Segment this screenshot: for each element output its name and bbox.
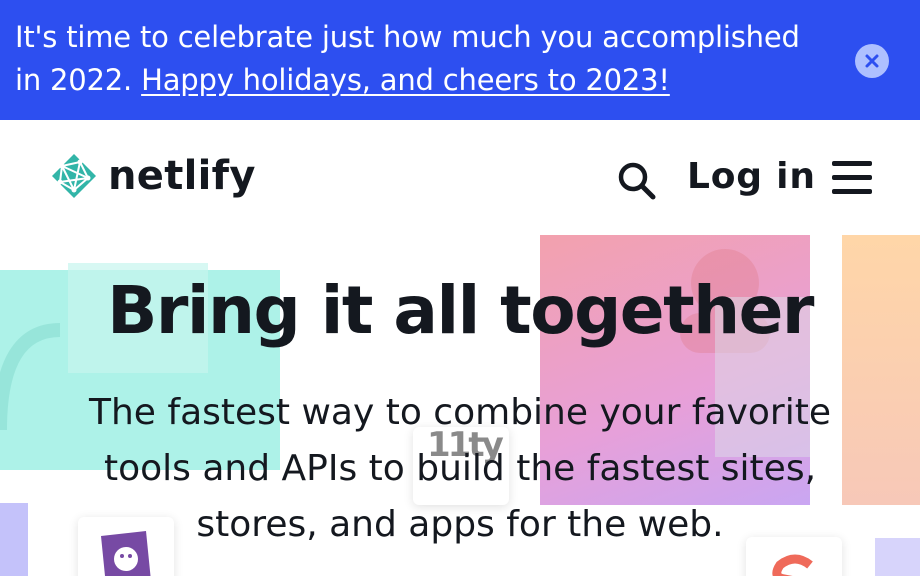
banner-link[interactable]: Happy holidays, and cheers to 2023!: [141, 63, 670, 97]
brand-logo[interactable]: netlify: [50, 152, 256, 200]
background-card-purple-right: [875, 538, 920, 576]
banner-message: It's time to celebrate just how much you…: [15, 16, 810, 102]
close-icon: [865, 54, 879, 68]
close-banner-button[interactable]: [855, 44, 889, 78]
brand-name: netlify: [108, 153, 256, 199]
hero-title: Bring it all together: [107, 272, 814, 349]
site-header: netlify Log in: [0, 120, 920, 235]
background-card-purple-left: [0, 503, 28, 576]
announcement-banner: It's time to celebrate just how much you…: [0, 0, 920, 120]
search-icon[interactable]: [616, 160, 656, 200]
hamburger-menu-icon[interactable]: [832, 160, 872, 196]
red-logo-icon: [772, 554, 813, 576]
netlify-logo-icon: [52, 154, 96, 198]
hero-section: 11ty Bring it all together The fastest w…: [0, 235, 920, 576]
login-link[interactable]: Log in: [687, 156, 816, 197]
hero-subtitle: The fastest way to combine your favorite…: [89, 392, 831, 545]
